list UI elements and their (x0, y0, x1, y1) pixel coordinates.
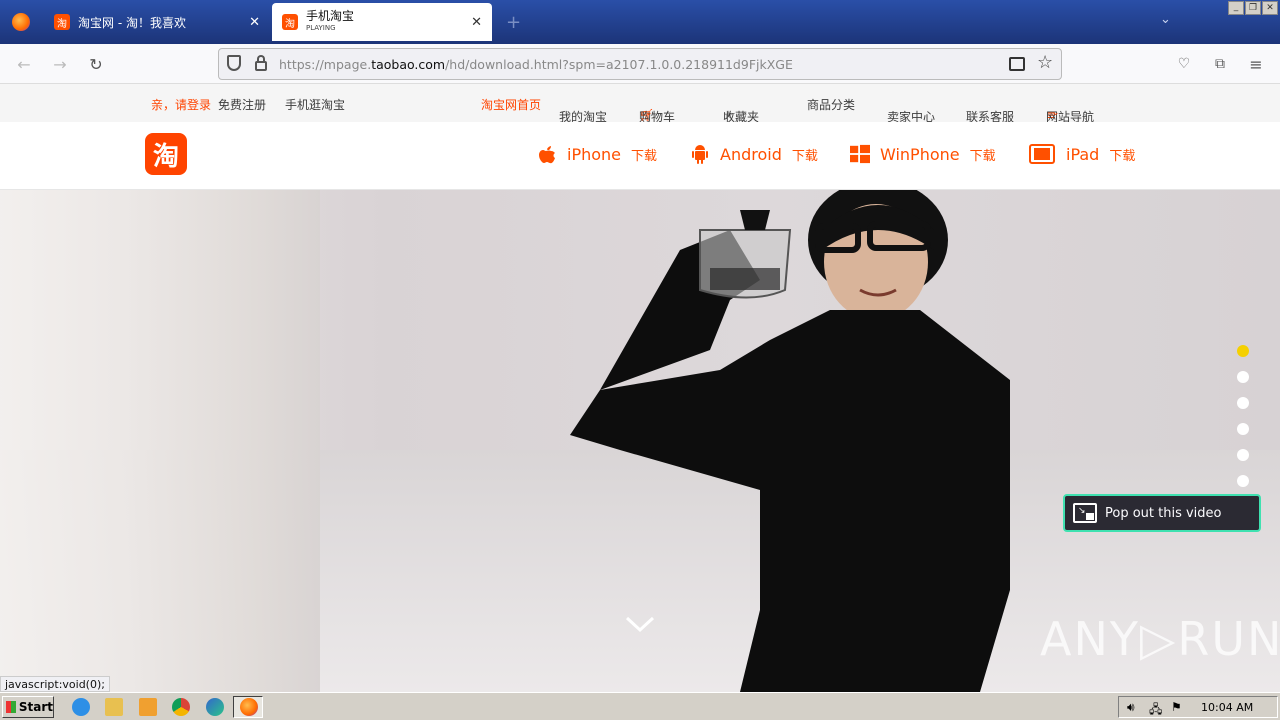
tab-taobao-home[interactable]: 淘 淘宝网 - 淘！我喜欢 ✕ (44, 4, 270, 40)
scroll-down-chevron-icon[interactable] (624, 614, 656, 634)
tab-title: 淘宝网 - 淘！我喜欢 (78, 15, 186, 30)
edge-icon[interactable] (206, 698, 224, 716)
winphone-download-link[interactable]: WinPhone 下载 (850, 144, 996, 164)
minimize-icon[interactable]: _ (1228, 1, 1244, 15)
slide-dot[interactable] (1237, 423, 1249, 435)
download-name: iPhone (567, 144, 622, 164)
download-name: Android (720, 144, 782, 164)
taobao-favicon: 淘 (282, 14, 298, 30)
start-label: Start (18, 700, 53, 714)
windows-icon (850, 144, 870, 164)
ipad-icon (1028, 144, 1056, 164)
explorer-folder-icon[interactable] (105, 698, 123, 716)
url-text[interactable]: https://mpage.taobao.com/hd/download.htm… (279, 57, 793, 72)
login-link[interactable]: 亲，请登录 (151, 96, 211, 113)
shield-icon[interactable] (227, 55, 241, 71)
register-link[interactable]: 免费注册 (218, 96, 266, 113)
tab-playing-label: PLAYING (306, 24, 336, 32)
android-icon (690, 144, 710, 164)
forward-icon[interactable]: → (48, 52, 72, 76)
chevron-down-icon: ⌄ (893, 108, 901, 118)
clock[interactable]: 10:04 AM (1201, 701, 1253, 714)
status-bar: javascript:void(0); (0, 676, 110, 692)
firefox-menu-icon[interactable] (12, 13, 30, 31)
network-icon[interactable]: 🖧 (1149, 700, 1162, 721)
download-suffix: 下载 (631, 148, 658, 164)
chevron-down-icon: ⌄ (1052, 108, 1060, 118)
firefox-icon (240, 698, 258, 716)
windows-logo-icon (6, 701, 16, 713)
chevron-down-icon: ⌄ (565, 108, 573, 118)
taobao-favicon: 淘 (54, 14, 70, 30)
download-suffix: 下载 (969, 148, 996, 164)
bookmark-star-icon[interactable]: ☆ (1037, 52, 1053, 73)
taobao-logo[interactable]: 淘 (145, 133, 187, 175)
lock-shackle-icon (257, 55, 265, 63)
anyrun-watermark: ANY▷RUN (1040, 612, 1280, 666)
pocket-icon[interactable]: ♡ (1172, 52, 1196, 76)
browser-toolbar: ← → ↻ https://mpage.taobao.com/hd/downlo… (0, 44, 1280, 84)
tab-mobile-taobao[interactable]: 淘 手机淘宝 PLAYING ✕ (272, 3, 492, 41)
hamburger-menu-icon[interactable]: ≡ (1244, 52, 1268, 76)
pop-out-video-button[interactable]: ↘ Pop out this video (1063, 494, 1261, 532)
back-icon[interactable]: ← (12, 52, 36, 76)
url-prefix: https://mpage. (279, 57, 372, 72)
reload-icon[interactable]: ↻ (84, 52, 108, 76)
restore-icon[interactable]: ❐ (1245, 1, 1261, 15)
chevron-down-icon: ⌄ (729, 108, 737, 118)
mobile-taobao-link[interactable]: 手机逛淘宝 (285, 96, 345, 113)
categories-link[interactable]: 商品分类 (807, 96, 855, 113)
taobao-top-nav: 亲，请登录 免费注册 手机逛淘宝 淘宝网首页 我的淘宝 ⌄ 🛒︎ 购物车 ⌄ ★ 收… (0, 84, 1280, 124)
chevron-down-icon: ⌄ (972, 108, 980, 118)
slide-dot[interactable] (1237, 397, 1249, 409)
ipad-download-link[interactable]: iPad 下载 (1028, 144, 1135, 164)
picture-in-picture-icon[interactable] (1009, 57, 1025, 71)
list-tabs-icon[interactable]: ⌄ (1160, 12, 1171, 27)
iphone-download-link[interactable]: iPhone 下载 (537, 144, 657, 164)
curtain-drape (0, 190, 320, 692)
download-name: WinPhone (880, 144, 960, 164)
tab-title: 手机淘宝 (306, 9, 355, 23)
slide-dot[interactable] (1237, 475, 1249, 487)
chevron-down-icon: ⌄ (645, 108, 653, 118)
pip-label: Pop out this video (1105, 505, 1222, 521)
start-button[interactable]: Start (2, 696, 54, 718)
flag-icon[interactable]: ⚑ (1171, 700, 1182, 714)
media-player-icon[interactable] (139, 698, 157, 716)
firefox-taskbar-button[interactable] (233, 696, 263, 718)
slide-dot[interactable] (1237, 371, 1249, 383)
url-path: /hd/download.html?spm=a2107.1.0.0.218911… (445, 57, 793, 72)
system-tray: 🔊︎ 🖧 ⚑ 10:04 AM (1118, 696, 1278, 718)
extensions-icon[interactable]: ⧉ (1208, 52, 1232, 76)
close-tab-icon[interactable]: ✕ (471, 15, 482, 30)
home-link[interactable]: 淘宝网首页 (481, 96, 541, 113)
pip-icon: ↘ (1073, 503, 1097, 523)
apple-icon (537, 144, 557, 164)
browser-tab-strip: 淘 淘宝网 - 淘！我喜欢 ✕ 淘 手机淘宝 PLAYING ✕ + ⌄ _ ❐… (0, 0, 1280, 44)
volume-icon[interactable]: 🔊︎ (1127, 700, 1135, 715)
hero-video[interactable]: ANY▷RUN (0, 190, 1280, 692)
slide-dot-active[interactable] (1237, 345, 1249, 357)
windows-taskbar: Start 🔊︎ 🖧 ⚑ 10:04 AM (0, 692, 1280, 720)
android-download-link[interactable]: Android 下载 (690, 144, 818, 164)
address-bar[interactable]: https://mpage.taobao.com/hd/download.htm… (218, 48, 1062, 80)
download-name: iPad (1066, 144, 1100, 164)
url-domain: taobao.com (371, 57, 446, 72)
download-suffix: 下载 (791, 148, 818, 164)
ie-icon[interactable] (72, 698, 90, 716)
window-controls: _ ❐ ✕ (1228, 1, 1278, 15)
download-suffix: 下载 (1109, 148, 1136, 164)
close-window-icon[interactable]: ✕ (1262, 1, 1278, 15)
slide-dot[interactable] (1237, 449, 1249, 461)
chrome-icon[interactable] (172, 698, 190, 716)
close-tab-icon[interactable]: ✕ (249, 15, 260, 30)
download-header: 淘 iPhone 下载 Android 下载 WinPhone 下载 iPad … (0, 122, 1280, 190)
new-tab-icon[interactable]: + (506, 12, 521, 33)
